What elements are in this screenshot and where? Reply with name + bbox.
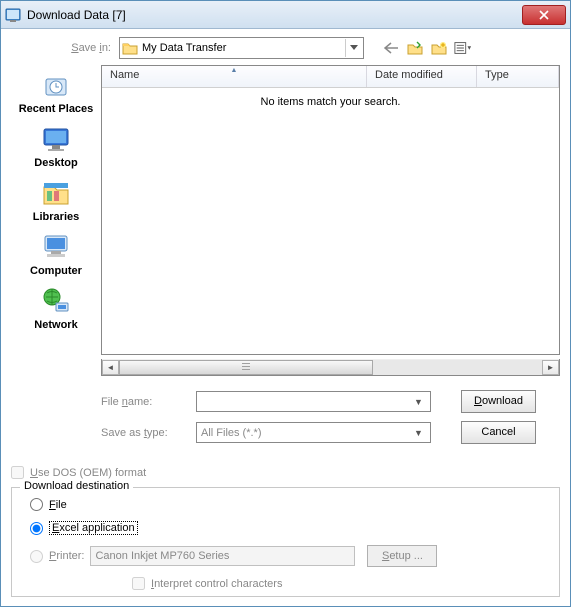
new-folder-icon[interactable] (430, 39, 448, 57)
column-name[interactable]: Name ▲ (102, 66, 367, 87)
save-in-label: Save in: (56, 42, 111, 54)
empty-message: No items match your search. (102, 88, 559, 108)
column-headers: Name ▲ Date modified Type (102, 66, 559, 88)
dest-printer-label: Printer: (49, 550, 84, 562)
printer-name-input (90, 546, 355, 566)
place-recent[interactable]: Recent Places (16, 69, 96, 115)
dialog-content: Save in: My Data Transfer (1, 29, 570, 606)
column-type[interactable]: Type (477, 66, 559, 87)
libraries-icon (40, 177, 72, 209)
dest-printer-row: Printer: Setup ... (22, 545, 549, 567)
main-area: Recent Places Desktop Libraries Computer… (11, 65, 560, 355)
recent-places-icon (40, 69, 72, 101)
download-button[interactable]: Download (461, 390, 536, 413)
destination-legend: Download destination (20, 480, 133, 492)
use-dos-checkbox-row: Use DOS (OEM) format (11, 466, 560, 479)
file-name-label: File name: (101, 396, 196, 408)
interpret-chars-row: Interpret control characters (132, 577, 549, 590)
scroll-right-arrow[interactable]: ► (542, 360, 559, 375)
place-libraries[interactable]: Libraries (16, 177, 96, 223)
place-desktop[interactable]: Desktop (16, 123, 96, 169)
dest-file-row[interactable]: File (22, 498, 549, 511)
save-in-combo[interactable]: My Data Transfer (119, 37, 364, 59)
close-button[interactable] (522, 5, 566, 25)
network-icon (40, 285, 72, 317)
horizontal-scrollbar[interactable]: ◄ ► (101, 359, 560, 376)
save-in-value: My Data Transfer (142, 42, 345, 54)
view-menu-icon[interactable] (454, 39, 472, 57)
combo-dropdown-arrow[interactable] (345, 39, 361, 57)
up-folder-icon[interactable] (406, 39, 424, 57)
scroll-thumb[interactable] (119, 360, 373, 375)
use-dos-checkbox (11, 466, 24, 479)
place-network[interactable]: Network (16, 285, 96, 331)
use-dos-label: Use DOS (OEM) format (30, 467, 146, 479)
dest-excel-label: Excel application (49, 521, 138, 535)
places-bar: Recent Places Desktop Libraries Computer… (11, 65, 101, 355)
dest-file-label: File (49, 499, 67, 511)
desktop-icon (40, 123, 72, 155)
dialog-window: Download Data [7] Save in: My Data Trans… (0, 0, 571, 607)
scroll-left-arrow[interactable]: ◄ (102, 360, 119, 375)
dest-printer-radio (30, 550, 43, 563)
interpret-chars-checkbox (132, 577, 145, 590)
cancel-button[interactable]: Cancel (461, 421, 536, 444)
titlebar: Download Data [7] (1, 1, 570, 29)
dest-file-radio[interactable] (30, 498, 43, 511)
save-in-row: Save in: My Data Transfer (11, 37, 560, 59)
sort-ascending-icon: ▲ (231, 67, 238, 74)
computer-icon (40, 231, 72, 263)
back-icon[interactable] (382, 39, 400, 57)
place-computer[interactable]: Computer (16, 231, 96, 277)
chevron-down-icon[interactable]: ▼ (411, 428, 426, 438)
interpret-chars-label: Interpret control characters (151, 578, 282, 590)
scroll-track[interactable] (119, 360, 542, 375)
file-form: File name: ▼ Download Save as type: All … (11, 390, 560, 452)
file-list-view[interactable]: Name ▲ Date modified Type No items match… (101, 65, 560, 355)
app-icon (5, 7, 21, 23)
dest-excel-row[interactable]: Excel application (22, 521, 549, 535)
download-destination-group: Download destination File Excel applicat… (11, 487, 560, 597)
file-name-input[interactable]: ▼ (196, 391, 431, 412)
save-as-type-combo[interactable]: All Files (*.*) ▼ (196, 422, 431, 443)
printer-setup-button: Setup ... (367, 545, 437, 567)
chevron-down-icon[interactable]: ▼ (411, 397, 426, 407)
save-as-type-label: Save as type: (101, 427, 196, 439)
folder-icon (122, 41, 138, 55)
column-date-modified[interactable]: Date modified (367, 66, 477, 87)
dest-excel-radio[interactable] (30, 522, 43, 535)
folder-toolbar (382, 39, 472, 57)
window-title: Download Data [7] (27, 8, 522, 22)
